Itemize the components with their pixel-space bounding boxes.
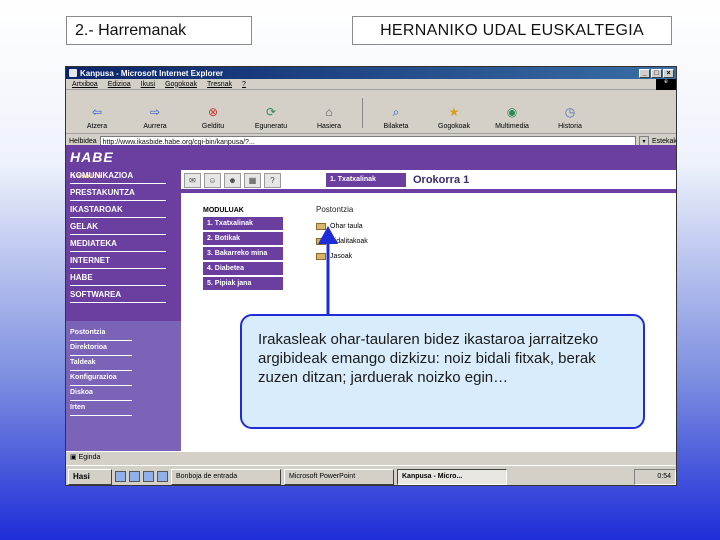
menu-tresnak[interactable]: Tresnak xyxy=(207,81,232,88)
hade-sidebar: HABE ikasbide KOMUNIKAZIOA PRESTAKUNTZA … xyxy=(66,145,181,451)
module-item[interactable]: 2. Botikak xyxy=(203,232,283,245)
nav-mediateka[interactable]: MEDIATEKA xyxy=(70,237,166,252)
windows-taskbar: Hasi Bonboja de entrada Microsoft PowerP… xyxy=(66,465,676,485)
home-icon: ⌂ xyxy=(325,105,333,119)
menu-gogokoak[interactable]: Gogokoak xyxy=(165,81,197,88)
menubar: Artxiboa Edizioa Ikusi Gogokoak Tresnak … xyxy=(66,78,676,90)
nav-diskoa[interactable]: Diskoa xyxy=(70,387,132,401)
help-icon[interactable]: ? xyxy=(264,173,281,188)
window-title: Kanpusa - Microsoft Internet Explorer xyxy=(80,68,224,78)
nav-konfigurazioa[interactable]: Konfigurazioa xyxy=(70,372,132,386)
nav-ikastaroak[interactable]: IKASTAROAK xyxy=(70,203,166,218)
module-item[interactable]: 1. Txatxalinak xyxy=(203,217,283,230)
back-arrow-icon: ⇦ xyxy=(91,105,103,119)
module-item[interactable]: 3. Bakarreko mina xyxy=(203,247,283,260)
forward-arrow-icon: ⇨ xyxy=(149,105,161,119)
stop-button[interactable]: ⊗ Gelditu xyxy=(184,105,242,130)
modules-panel: MODULUAK 1. Txatxalinak 2. Botikak 3. Ba… xyxy=(203,207,283,292)
links-label[interactable]: Estekak xyxy=(652,138,676,145)
menu-edizioa[interactable]: Edizioa xyxy=(108,81,131,88)
calendar-icon[interactable]: ▦ xyxy=(244,173,261,188)
module-item[interactable]: 4. Diabetea xyxy=(203,262,283,275)
system-tray-clock: 0:54 xyxy=(634,468,676,485)
home-button[interactable]: ⌂ Hasiera xyxy=(300,105,358,130)
ie-logo-icon: e xyxy=(656,78,676,90)
maximize-button[interactable]: □ xyxy=(651,68,662,78)
mailbox-heading: Postontzia xyxy=(316,205,354,214)
stop-icon: ⊗ xyxy=(207,105,219,119)
status-page-icon: ▣ xyxy=(70,454,79,461)
group-icon[interactable]: ☻ xyxy=(224,173,241,188)
menu-ikusi[interactable]: Ikusi xyxy=(141,81,155,88)
explanation-callout: Irakasleak ohar-taularen bidez ikastaroa… xyxy=(240,314,645,429)
nav-irten[interactable]: Irten xyxy=(70,402,132,416)
slide-title-left: 2.- Harremanak xyxy=(66,16,252,45)
header-divider xyxy=(181,189,676,193)
menu-help[interactable]: ? xyxy=(242,81,246,88)
nav-komunikazioa[interactable]: KOMUNIKAZIOA xyxy=(70,169,166,184)
quicklaunch-word-icon[interactable] xyxy=(157,471,168,482)
refresh-button[interactable]: ⟳ Eguneratu xyxy=(242,105,300,130)
task-button-kanpusa[interactable]: Kanpusa - Micro... xyxy=(397,468,507,485)
nav-postontzia[interactable]: Postontzia xyxy=(70,327,132,341)
favorites-button[interactable]: ★ Gogokoak xyxy=(425,105,483,130)
nav-gelak[interactable]: GELAK xyxy=(70,220,166,235)
nav-softwarea[interactable]: SOFTWAREA xyxy=(70,288,166,303)
address-label: Helbidea xyxy=(69,138,97,145)
forward-button[interactable]: ⇨ Aurrera xyxy=(126,105,184,130)
search-button[interactable]: ⌕ Bilaketa xyxy=(367,105,425,130)
page-heading: Orokorra 1 xyxy=(413,174,470,186)
active-module-tab[interactable]: 1. Txatxalinak xyxy=(326,173,406,187)
status-bar: ▣ Eginda xyxy=(66,451,676,463)
nav-direktorioa[interactable]: Direktorioa xyxy=(70,342,132,356)
status-text: Eginda xyxy=(78,454,101,461)
task-button-powerpoint[interactable]: Microsoft PowerPoint xyxy=(284,468,394,485)
hade-main-nav: KOMUNIKAZIOA PRESTAKUNTZA IKASTAROAK GEL… xyxy=(70,169,166,305)
menu-artxiboa[interactable]: Artxiboa xyxy=(72,81,98,88)
toolbar-separator xyxy=(362,98,363,128)
course-header-band xyxy=(181,145,676,170)
ie-window-icon xyxy=(69,69,77,77)
course-icon-row: ✉ ☺ ☻ ▦ ? xyxy=(184,173,324,189)
search-icon: ⌕ xyxy=(392,105,400,119)
start-button[interactable]: Hasi xyxy=(68,468,112,485)
minimize-button[interactable]: _ xyxy=(639,68,650,78)
module-item[interactable]: 5. Pipiak jana xyxy=(203,277,283,290)
nav-internet[interactable]: INTERNET xyxy=(70,254,166,269)
task-button-inbox[interactable]: Bonboja de entrada xyxy=(171,468,281,485)
slide-title-right: HERNANIKO UDAL EUSKALTEGIA xyxy=(352,16,672,45)
hade-bottom-panel: Postontzia Direktorioa Taldeak Konfigura… xyxy=(66,321,181,451)
modules-heading: MODULUAK xyxy=(203,207,244,214)
media-icon: ◉ xyxy=(506,105,518,119)
browser-toolbar: ⇦ Atzera ⇨ Aurrera ⊗ Gelditu ⟳ Eguneratu ⌂ Ha… xyxy=(66,90,676,134)
quicklaunch-outlook-icon[interactable] xyxy=(143,471,154,482)
nav-prestakuntza[interactable]: PRESTAKUNTZA xyxy=(70,186,166,201)
user-icon[interactable]: ☺ xyxy=(204,173,221,188)
history-icon: ◷ xyxy=(564,105,576,119)
quicklaunch-ie-icon[interactable] xyxy=(115,471,126,482)
quicklaunch-desktop-icon[interactable] xyxy=(129,471,140,482)
hade-logo: HABE ikasbide xyxy=(70,149,114,180)
favorites-folder-icon: ★ xyxy=(448,105,460,119)
refresh-icon: ⟳ xyxy=(265,105,277,119)
hade-bottom-nav: Postontzia Direktorioa Taldeak Konfigura… xyxy=(70,327,132,417)
pointer-arrow-icon xyxy=(318,226,338,314)
nav-habe[interactable]: HABE xyxy=(70,271,166,286)
close-button[interactable]: × xyxy=(663,68,674,78)
mail-icon[interactable]: ✉ xyxy=(184,173,201,188)
window-titlebar: Kanpusa - Microsoft Internet Explorer _ … xyxy=(66,67,676,79)
back-button[interactable]: ⇦ Atzera xyxy=(68,105,126,130)
media-button[interactable]: ◉ Multimedia xyxy=(483,105,541,130)
nav-taldeak[interactable]: Taldeak xyxy=(70,357,132,371)
history-button[interactable]: ◷ Historia xyxy=(541,105,599,130)
